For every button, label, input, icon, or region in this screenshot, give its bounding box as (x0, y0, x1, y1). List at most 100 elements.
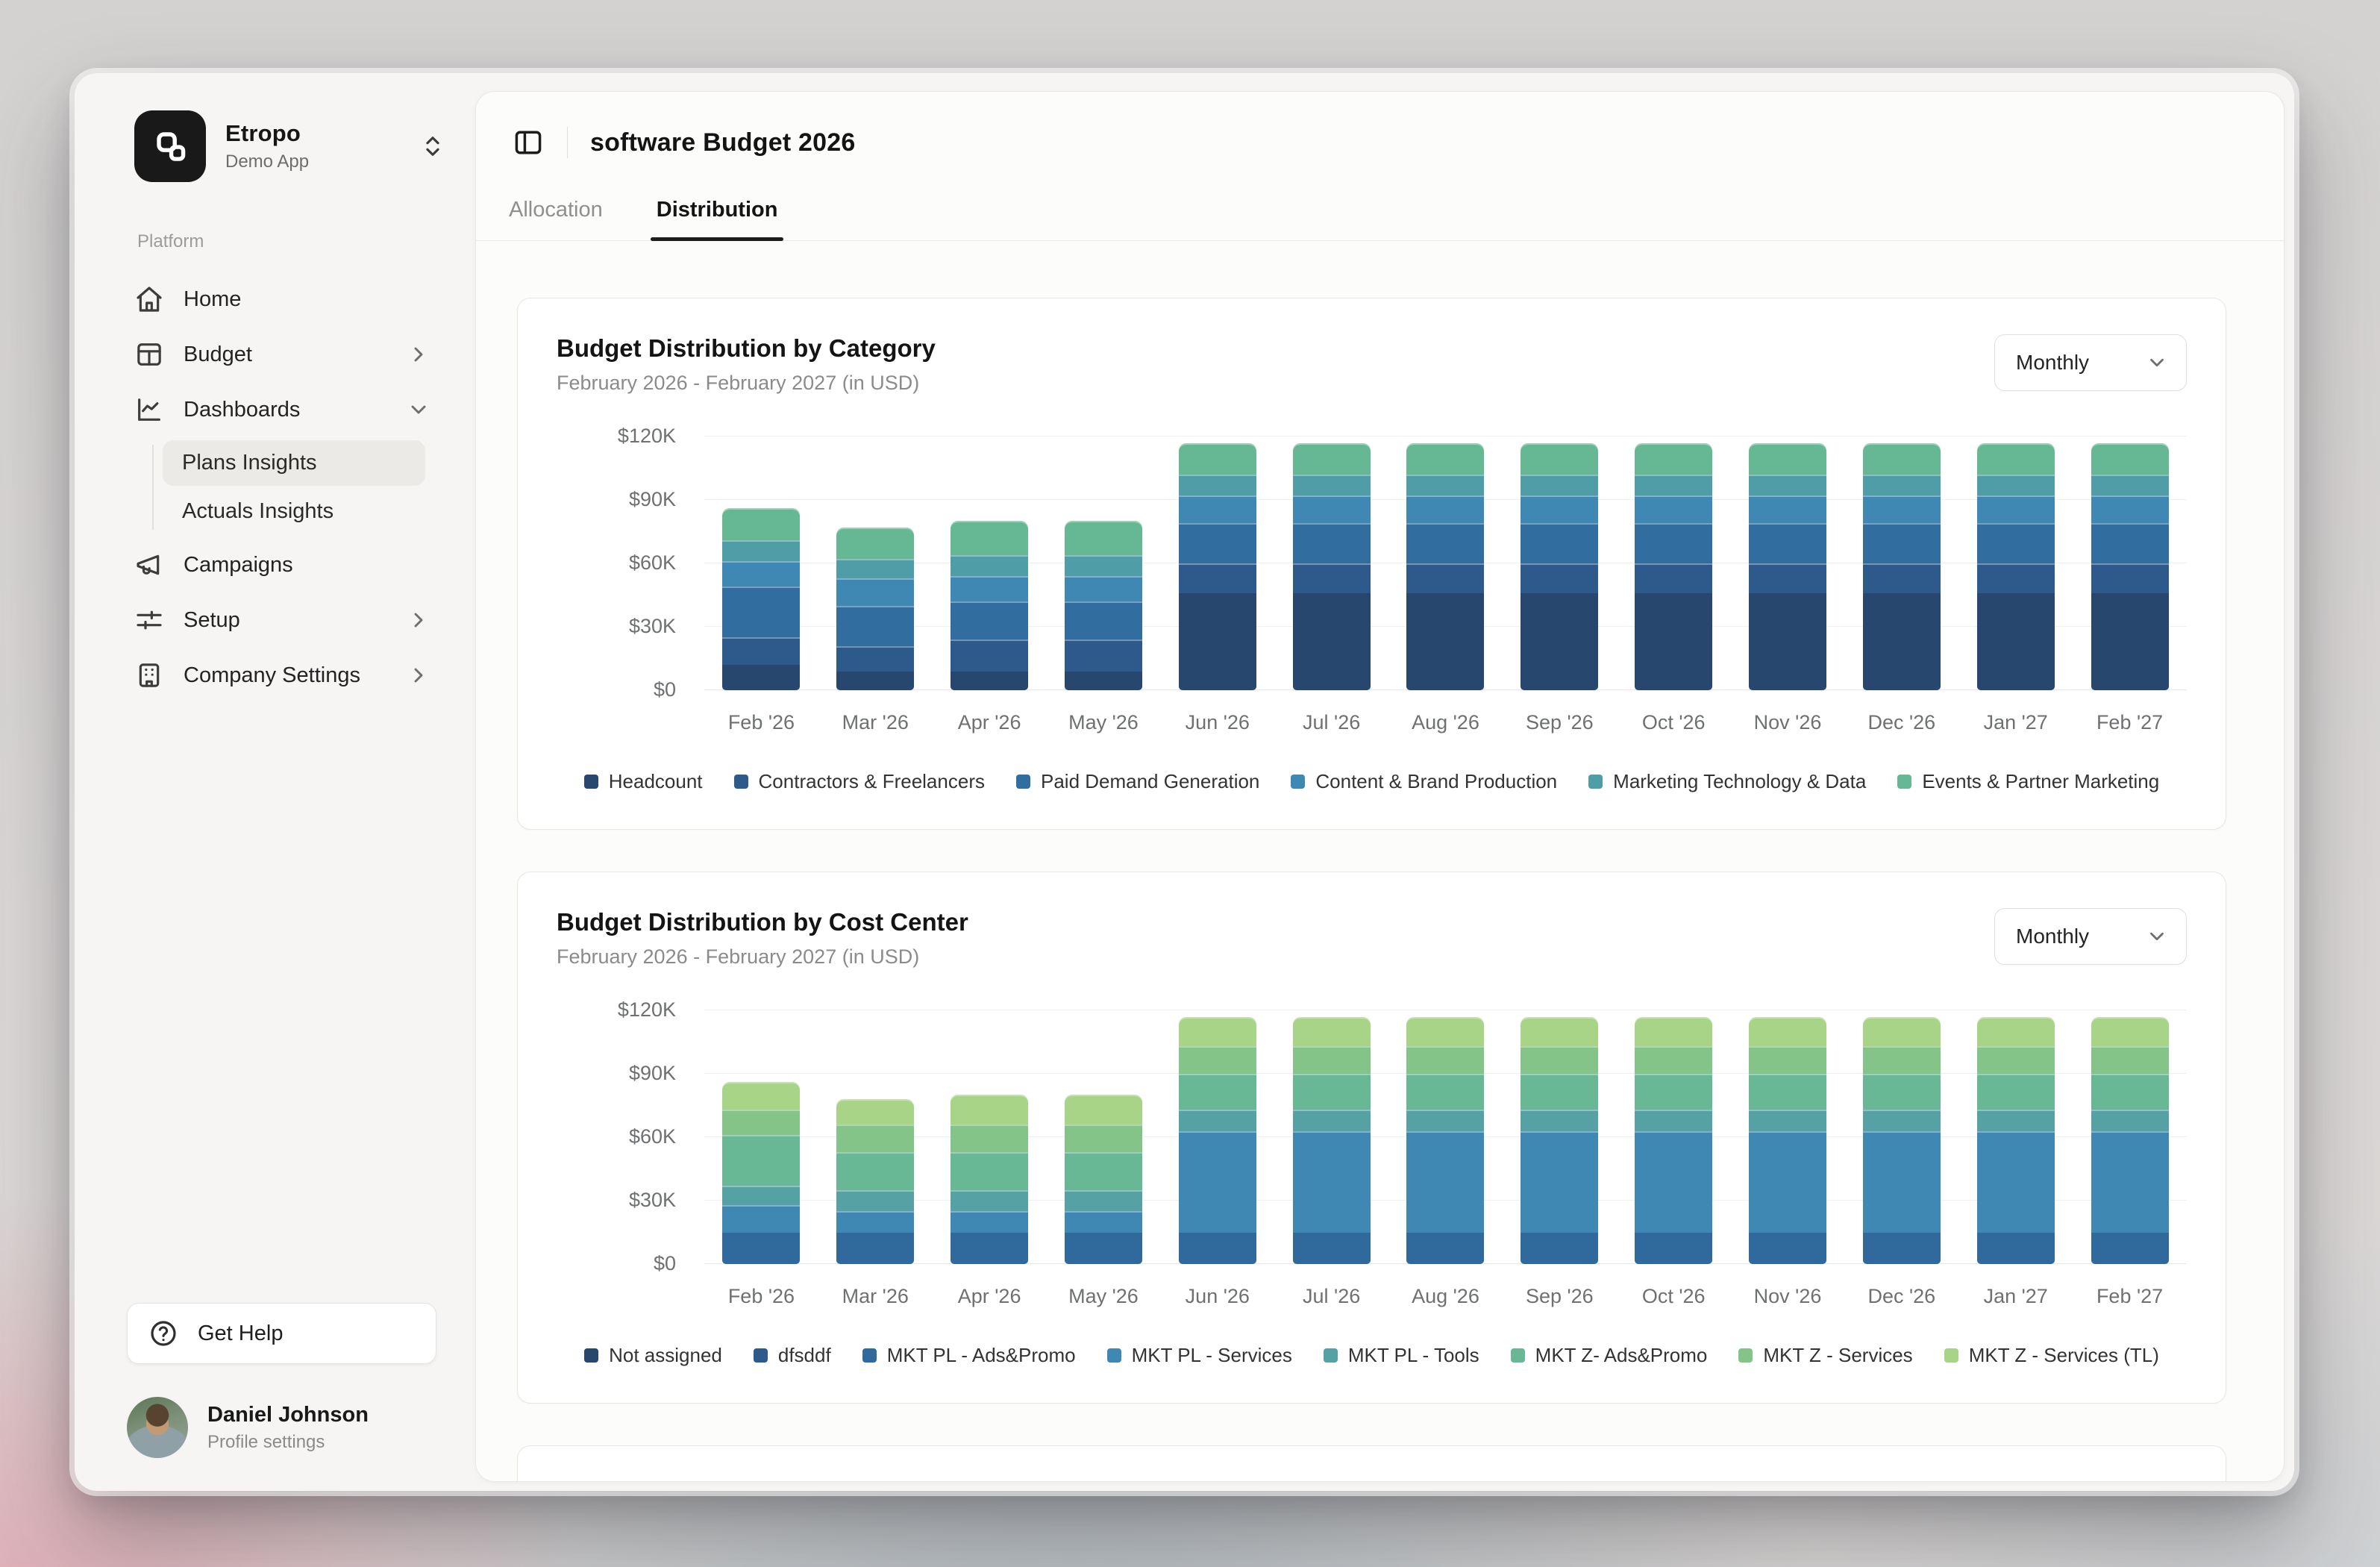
period-select[interactable]: Monthly (1994, 908, 2187, 965)
bar-segment-MKT PL - Tools[interactable] (1065, 1190, 1142, 1211)
stacked-bar-Oct '26[interactable] (1635, 1017, 1712, 1264)
bar-segment-MKT Z- Ads&Promo[interactable] (1179, 1074, 1256, 1110)
legend-item[interactable]: Paid Demand Generation (1016, 770, 1259, 793)
legend-item[interactable]: Not assigned (584, 1344, 722, 1367)
bar-segment-MKT PL - Ads&Promo[interactable] (1635, 1233, 1712, 1265)
bar-segment-MKT Z - Services (TL)[interactable] (1635, 1017, 1712, 1047)
bar-segment-MKT Z - Services (TL)[interactable] (1521, 1017, 1598, 1047)
bar-segment-MKT PL - Tools[interactable] (722, 1186, 800, 1205)
tab-distribution[interactable]: Distribution (651, 198, 784, 240)
app-switcher[interactable]: Etropo Demo App (134, 110, 445, 182)
sidebar-item-budget[interactable]: Budget (116, 327, 444, 382)
legend-item[interactable]: MKT Z - Services (1738, 1344, 1912, 1367)
bar-segment-Headcount[interactable] (1635, 593, 1712, 690)
stacked-bar-Nov '26[interactable] (1749, 1017, 1826, 1264)
bar-segment-Content & Brand Production[interactable] (1863, 495, 1941, 523)
bar-segment-Content & Brand Production[interactable] (1977, 495, 2055, 523)
bar-segment-Events & Partner Marketing[interactable] (1863, 443, 1941, 475)
bar-segment-MKT PL - Ads&Promo[interactable] (1065, 1233, 1142, 1265)
bar-segment-MKT Z - Services[interactable] (2091, 1046, 2169, 1074)
bar-segment-MKT Z- Ads&Promo[interactable] (1521, 1074, 1598, 1110)
bar-segment-MKT Z- Ads&Promo[interactable] (722, 1135, 800, 1186)
bar-segment-MKT Z - Services[interactable] (1635, 1046, 1712, 1074)
bar-segment-Content & Brand Production[interactable] (1635, 495, 1712, 523)
bar-segment-Marketing Technology & Data[interactable] (951, 555, 1028, 576)
bar-segment-Paid Demand Generation[interactable] (1521, 523, 1598, 563)
bar-segment-MKT Z - Services[interactable] (951, 1125, 1028, 1152)
stacked-bar-Jan '27[interactable] (1977, 443, 2055, 690)
stacked-bar-Jul '26[interactable] (1293, 443, 1371, 690)
bar-segment-Events & Partner Marketing[interactable] (1521, 443, 1598, 475)
bar-segment-MKT PL - Ads&Promo[interactable] (1863, 1233, 1941, 1265)
bar-segment-MKT PL - Tools[interactable] (951, 1190, 1028, 1211)
bar-segment-MKT PL - Ads&Promo[interactable] (1977, 1233, 2055, 1265)
bar-segment-Paid Demand Generation[interactable] (1293, 523, 1371, 563)
bar-segment-Contractors & Freelancers[interactable] (1863, 563, 1941, 593)
stacked-bar-Mar '26[interactable] (836, 1099, 914, 1264)
bar-segment-MKT PL - Tools[interactable] (1406, 1110, 1484, 1130)
bar-segment-Headcount[interactable] (1293, 593, 1371, 690)
bar-segment-MKT Z- Ads&Promo[interactable] (1406, 1074, 1484, 1110)
stacked-bar-Sep '26[interactable] (1521, 443, 1598, 690)
stacked-bar-Jun '26[interactable] (1179, 443, 1256, 690)
bar-segment-MKT Z- Ads&Promo[interactable] (1749, 1074, 1826, 1110)
bar-segment-Paid Demand Generation[interactable] (1065, 601, 1142, 639)
bar-segment-Events & Partner Marketing[interactable] (1179, 443, 1256, 475)
bar-segment-MKT PL - Tools[interactable] (1635, 1110, 1712, 1130)
sidebar-toggle-icon[interactable] (512, 126, 545, 159)
bar-segment-MKT PL - Services[interactable] (1065, 1211, 1142, 1232)
bar-segment-Events & Partner Marketing[interactable] (1977, 443, 2055, 475)
legend-item[interactable]: MKT PL - Tools (1324, 1344, 1479, 1367)
stacked-bar-Dec '26[interactable] (1863, 443, 1941, 690)
bar-segment-Contractors & Freelancers[interactable] (1179, 563, 1256, 593)
bar-segment-MKT Z - Services[interactable] (1521, 1046, 1598, 1074)
bar-segment-Content & Brand Production[interactable] (2091, 495, 2169, 523)
bar-segment-Headcount[interactable] (1065, 672, 1142, 691)
bar-segment-Marketing Technology & Data[interactable] (1749, 475, 1826, 495)
legend-item[interactable]: MKT PL - Services (1107, 1344, 1292, 1367)
bar-segment-MKT Z - Services (TL)[interactable] (722, 1082, 800, 1110)
stacked-bar-Sep '26[interactable] (1521, 1017, 1598, 1264)
legend-item[interactable]: dfsddf (754, 1344, 831, 1367)
bar-segment-MKT PL - Ads&Promo[interactable] (1179, 1233, 1256, 1265)
bar-segment-MKT PL - Services[interactable] (1179, 1131, 1256, 1233)
bar-segment-Headcount[interactable] (1749, 593, 1826, 690)
bar-segment-Paid Demand Generation[interactable] (1977, 523, 2055, 563)
bar-segment-MKT PL - Services[interactable] (1635, 1131, 1712, 1233)
bar-segment-Marketing Technology & Data[interactable] (1863, 475, 1941, 495)
bar-segment-MKT Z - Services (TL)[interactable] (1749, 1017, 1826, 1047)
bar-segment-Paid Demand Generation[interactable] (836, 606, 914, 646)
bar-segment-MKT Z - Services[interactable] (1977, 1046, 2055, 1074)
bar-segment-MKT Z - Services[interactable] (1406, 1046, 1484, 1074)
stacked-bar-Feb '27[interactable] (2091, 1017, 2169, 1264)
bar-segment-MKT PL - Services[interactable] (1977, 1131, 2055, 1233)
bar-segment-Paid Demand Generation[interactable] (1749, 523, 1826, 563)
profile-settings-row[interactable]: Daniel Johnson Profile settings (127, 1397, 439, 1458)
bar-segment-Paid Demand Generation[interactable] (1406, 523, 1484, 563)
bar-segment-MKT Z- Ads&Promo[interactable] (951, 1152, 1028, 1190)
stacked-bar-Dec '26[interactable] (1863, 1017, 1941, 1264)
bar-segment-MKT Z - Services (TL)[interactable] (1977, 1017, 2055, 1047)
stacked-bar-Feb '27[interactable] (2091, 443, 2169, 690)
bar-segment-Contractors & Freelancers[interactable] (1749, 563, 1826, 593)
bar-segment-Contractors & Freelancers[interactable] (1406, 563, 1484, 593)
bar-segment-MKT Z- Ads&Promo[interactable] (836, 1152, 914, 1190)
bar-segment-MKT Z - Services (TL)[interactable] (1293, 1017, 1371, 1047)
bar-segment-Content & Brand Production[interactable] (1521, 495, 1598, 523)
stacked-bar-Aug '26[interactable] (1406, 443, 1484, 690)
stacked-bar-Feb '26[interactable] (722, 508, 800, 690)
bar-segment-MKT PL - Tools[interactable] (1749, 1110, 1826, 1130)
bar-segment-Marketing Technology & Data[interactable] (1521, 475, 1598, 495)
bar-segment-Content & Brand Production[interactable] (1406, 495, 1484, 523)
bar-segment-Paid Demand Generation[interactable] (1635, 523, 1712, 563)
bar-segment-Headcount[interactable] (1406, 593, 1484, 690)
bar-segment-MKT PL - Services[interactable] (1293, 1131, 1371, 1233)
bar-segment-Contractors & Freelancers[interactable] (1065, 639, 1142, 672)
bar-segment-Marketing Technology & Data[interactable] (1179, 475, 1256, 495)
bar-segment-Contractors & Freelancers[interactable] (722, 637, 800, 665)
bar-segment-MKT Z- Ads&Promo[interactable] (2091, 1074, 2169, 1110)
bar-segment-MKT PL - Tools[interactable] (836, 1190, 914, 1211)
stacked-bar-Apr '26[interactable] (951, 1095, 1028, 1264)
bar-segment-MKT Z- Ads&Promo[interactable] (1977, 1074, 2055, 1110)
bar-segment-MKT PL - Ads&Promo[interactable] (1293, 1233, 1371, 1265)
